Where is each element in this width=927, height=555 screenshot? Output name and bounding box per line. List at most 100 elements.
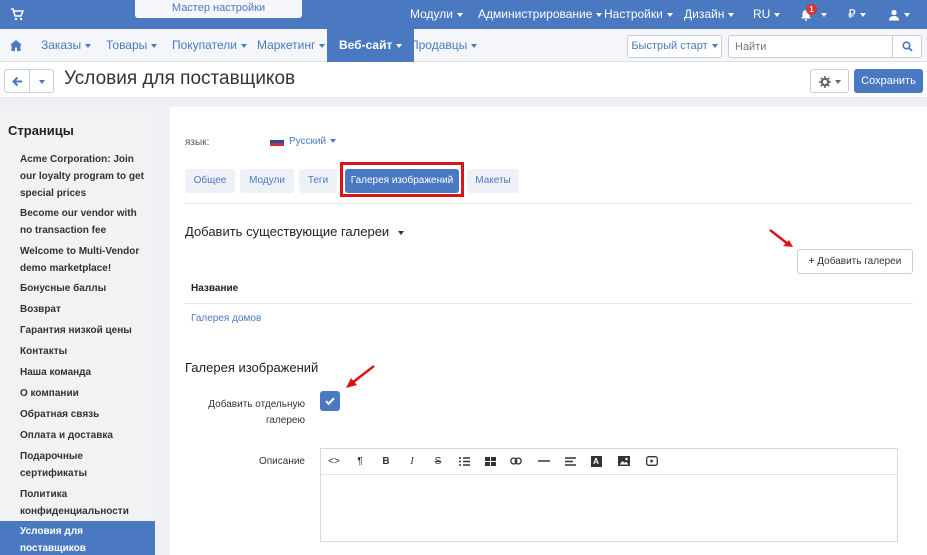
menu-design[interactable]: Дизайн [684, 0, 735, 29]
chevron-down-icon [728, 12, 735, 17]
nav-products[interactable]: Товары [106, 29, 158, 62]
tab-layouts[interactable]: Макеты [467, 169, 519, 193]
sidebar-item[interactable]: Бонусные баллы [20, 280, 150, 297]
chevron-down-icon [38, 79, 45, 84]
sidebar-item-active[interactable]: Условия для поставщиков [20, 523, 150, 555]
add-separate-gallery-checkbox[interactable] [320, 391, 340, 411]
main-nav: Заказы Товары Покупатели Маркетинг Веб-с… [0, 29, 927, 62]
chevron-down-icon [456, 12, 463, 17]
cart-icon[interactable] [10, 7, 24, 21]
plus-icon: + [808, 256, 818, 267]
sidebar-item[interactable]: Гарантия низкой цены [20, 322, 150, 339]
chevron-down-icon [666, 12, 673, 17]
gear-icon [818, 75, 831, 88]
nav-marketing[interactable]: Маркетинг [257, 29, 326, 62]
chevron-down-icon [821, 12, 828, 17]
main-content: язык: Русский Общее Модули Теги Галерея … [170, 107, 927, 555]
chevron-down-icon [859, 12, 866, 17]
insert-image-button[interactable] [613, 452, 635, 472]
page-header: Условия для поставщиков Сохранить [0, 62, 927, 98]
bold-button[interactable]: B [375, 452, 397, 472]
add-galleries-button[interactable]: + Добавить галереи [797, 249, 913, 274]
gallery-section-title: Галерея изображений [185, 360, 319, 375]
horizontal-rule-button[interactable] [533, 452, 555, 472]
home-icon[interactable] [10, 40, 22, 51]
chevron-down-icon [904, 12, 910, 17]
tab-general[interactable]: Общее [185, 169, 235, 193]
red-arrow-icon [346, 365, 375, 388]
nav-customers[interactable]: Покупатели [172, 29, 247, 62]
align-button[interactable] [559, 452, 581, 472]
description-label: Описание [258, 456, 305, 467]
pages-sidebar: Страницы Acme Corporation: Join our loya… [0, 107, 155, 555]
chevron-down-icon [240, 43, 247, 48]
insert-video-button[interactable] [641, 452, 663, 472]
back-button[interactable] [4, 69, 30, 93]
language-selector[interactable]: Русский [289, 136, 337, 147]
chevron-down-icon [774, 12, 781, 17]
menu-language[interactable]: RU [753, 0, 781, 29]
divider [185, 303, 913, 304]
sidebar-item[interactable]: Обратная связь [20, 406, 150, 423]
menu-currency[interactable]: ₽ [848, 0, 866, 29]
marketplace-wizard-link[interactable]: Мастер настройки маркетплейса [135, 0, 302, 30]
paragraph-icon: ¶ [357, 456, 363, 467]
save-button[interactable]: Сохранить [854, 69, 923, 93]
search-button[interactable] [892, 35, 922, 58]
chevron-down-icon [834, 79, 841, 84]
nav-orders[interactable]: Заказы [41, 29, 92, 62]
sidebar-item[interactable]: Подарочные сертификаты [20, 448, 150, 482]
search-input[interactable] [728, 35, 893, 58]
table-header-name: Название [191, 283, 239, 294]
divider [185, 203, 913, 204]
tab-tags[interactable]: Теги [299, 169, 337, 193]
gallery-link[interactable]: Галерея домов [191, 313, 261, 324]
chevron-down-icon [711, 44, 718, 49]
menu-modules[interactable]: Модули [410, 0, 463, 29]
menu-settings[interactable]: Настройки [604, 0, 673, 29]
sidebar-item[interactable]: О компании [20, 385, 150, 402]
language-label: язык: [185, 137, 210, 148]
chevron-down-icon [471, 43, 478, 48]
horizontal-rule-icon [538, 460, 550, 463]
paragraph-button[interactable]: ¶ [349, 452, 371, 472]
sidebar-item[interactable]: Оплата и доставка [20, 427, 150, 444]
sidebar-item[interactable]: Возврат [20, 301, 150, 318]
page-title: Условия для поставщиков [64, 68, 296, 89]
font-color-icon: A [590, 456, 602, 467]
editor-toolbar: <> ¶ B I S A [321, 449, 897, 475]
chevron-down-icon [319, 43, 326, 48]
sidebar-item[interactable]: Welcome to Multi-Vendor demo marketplace… [20, 243, 150, 277]
link-icon [510, 457, 522, 466]
settings-dropdown-button[interactable] [810, 69, 849, 93]
link-button[interactable] [505, 452, 527, 472]
sidebar-item[interactable]: Контакты [20, 343, 150, 360]
sidebar-item[interactable]: Become our vendor with no transaction fe… [20, 205, 150, 239]
notifications-menu[interactable]: 1 [800, 0, 828, 29]
italic-icon: I [410, 456, 414, 467]
chevron-down-icon [398, 230, 405, 235]
sidebar-item[interactable]: Наша команда [20, 364, 150, 381]
chevron-down-icon [151, 43, 158, 48]
nav-website[interactable]: Веб-сайт [327, 29, 415, 62]
red-arrow-icon [769, 229, 793, 247]
italic-button[interactable]: I [401, 452, 423, 472]
list-button[interactable] [453, 452, 475, 472]
user-menu[interactable] [888, 0, 910, 29]
quick-start-button[interactable]: Быстрый старт [627, 35, 722, 58]
sidebar-item[interactable]: Политика конфиденциальности [20, 486, 150, 520]
strikethrough-button[interactable]: S [427, 452, 449, 472]
code-icon: <> [328, 456, 340, 467]
add-separate-gallery-label: Добавить отдельную галерею [208, 399, 305, 426]
back-dropdown-button[interactable] [30, 69, 54, 93]
tab-modules[interactable]: Модули [240, 169, 294, 193]
nav-vendors[interactable]: Продавцы [410, 29, 478, 62]
description-editor[interactable]: <> ¶ B I S A [320, 448, 898, 542]
existing-galleries-title[interactable]: Добавить существующие галереи [185, 224, 405, 239]
checkmark-icon [325, 397, 335, 406]
menu-administration[interactable]: Администрирование [478, 0, 603, 29]
table-button[interactable] [479, 452, 501, 472]
sidebar-item[interactable]: Acme Corporation: Join our loyalty progr… [20, 151, 150, 202]
code-view-button[interactable]: <> [323, 452, 345, 472]
font-color-button[interactable]: A [585, 452, 607, 472]
